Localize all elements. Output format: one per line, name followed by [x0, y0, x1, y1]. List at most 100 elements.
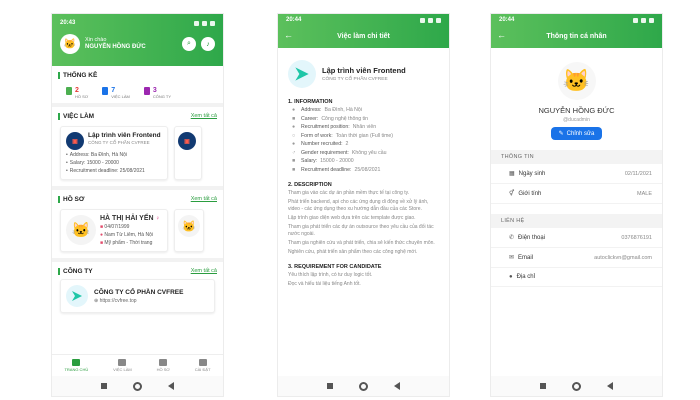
mail-icon: ✉ [509, 255, 515, 261]
desc-section-title: 2. DESCRIPTION [288, 182, 332, 189]
status-time: 20:44 [499, 17, 515, 23]
home-icon [72, 359, 81, 366]
status-time: 20:43 [60, 20, 76, 26]
company-url: ⊕ https://cvfree.top [94, 297, 137, 304]
req-section-title: 3. REQUIREMENT FOR CANDIDATE [288, 264, 382, 271]
status-icons [633, 17, 654, 23]
job-summary: Lập trình viên Frontend CÔNG TY CỔ PHẦN … [278, 48, 449, 94]
tab-home[interactable]: TRANG CHỦ [64, 359, 88, 372]
calendar-icon: • [66, 168, 68, 174]
stat-profiles[interactable]: 2 HỒ SƠ [66, 87, 88, 99]
profile-card[interactable]: 🐱 HÀ THỊ HẢI YẾN ♀ ■ 04/07/1999 ● Nam Từ… [60, 209, 168, 252]
back-nav-icon[interactable] [607, 382, 613, 390]
profile-summary: 🐱 NGUYỄN HỒNG ĐỨC @ducadmin ✎ Chỉnh sửa [491, 48, 662, 140]
desc-line: Tham gia vào các dự án phần mềm thực tế … [288, 190, 410, 197]
system-nav-bar [52, 376, 223, 396]
home-header: 20:43 🐱 Xin chào NGUYỄN HỒNG ĐỨC ⌕ ♪ [52, 14, 223, 66]
cat-avatar-icon: 🐱 [66, 215, 96, 245]
jobs-see-all-link[interactable]: Xem tất cả [191, 113, 217, 120]
job-card[interactable]: ▣ Lập trình viên Frontend CÔNG TY CỔ PHẦ… [60, 126, 168, 180]
home-nav-icon[interactable] [572, 381, 581, 391]
settings-icon [198, 359, 207, 366]
detail-header: ← Thông tin cá nhân [491, 26, 662, 48]
info-group-header: THÔNG TIN [491, 150, 662, 164]
cat-avatar-icon: 🐱 [557, 62, 596, 100]
back-nav-icon[interactable] [394, 382, 400, 390]
page-title: Việc làm chi tiết [337, 33, 390, 40]
female-icon: ♀ [155, 216, 161, 222]
user-name: NGUYỄN HỒNG ĐỨC [85, 43, 146, 50]
profiles-carousel[interactable]: 🐱 HÀ THỊ HẢI YẾN ♀ ■ 04/07/1999 ● Nam Từ… [52, 207, 223, 262]
profile-icon [159, 359, 168, 366]
info-row: ● Recruitment position: Nhân viên [292, 124, 377, 131]
bottom-tab-bar: TRANG CHỦ VIỆC LÀM HỒ SƠ CÀI ĐẶT [52, 354, 223, 376]
job-title: Lập trình viên Frontend [88, 132, 161, 139]
info-row: ■ Career: Công nghệ thông tin [292, 115, 369, 122]
job-company: CÔNG TY CỔ PHẦN CVFREE [88, 140, 150, 145]
desc-line: Lập trình giao diện web dựa trên các tem… [288, 215, 416, 222]
profiles-see-all-link[interactable]: Xem tất cả [191, 196, 217, 203]
profile-icon [66, 87, 72, 95]
profile-location: ● Nam Từ Liêm, Hà Nội [100, 232, 153, 238]
stat-jobs[interactable]: 7 VIỆC LÀM [102, 87, 130, 99]
company-card[interactable]: CÔNG TY CỔ PHẦN CVFREE ⊕ https://cvfree.… [60, 279, 215, 313]
cat-avatar-icon: 🐱 [178, 215, 200, 237]
stats-row: 2 HỒ SƠ 7 VIỆC LÀM 3 CÔNG TY [52, 83, 223, 107]
status-bar: 20:43 [60, 18, 215, 28]
company-name: CÔNG TY CỔ PHẦN CVFREE [94, 288, 184, 296]
profiles-section-title: HỒ SƠ Xem tất cả [58, 196, 217, 203]
job-address: • Address: Ba Đình, Hà Nội [66, 152, 128, 158]
phone-row: ✆ Điện thoại 0376876191 [491, 228, 662, 248]
personal-info-screen: 20:44 ← Thông tin cá nhân 🐱 NGUYỄN HỒNG … [491, 14, 662, 396]
search-icon[interactable]: ⌕ [182, 37, 196, 51]
recents-icon[interactable] [327, 383, 333, 389]
desc-line: Nghiên cứu, phát triển sản phẩm theo các… [288, 249, 418, 256]
profile-card-peek[interactable]: 🐱 [174, 209, 204, 252]
home-screen: 20:43 🐱 Xin chào NGUYỄN HỒNG ĐỨC ⌕ ♪ THỐ… [52, 14, 223, 396]
user-icon: ● [292, 124, 296, 131]
info-section-title: 1. INFORMATION [288, 99, 333, 105]
back-nav-icon[interactable] [168, 382, 174, 390]
address-row: ● Địa chỉ [491, 268, 662, 287]
recents-icon[interactable] [101, 383, 107, 389]
greeting-text: Xin chào [85, 37, 107, 44]
page-title: Thông tin cá nhân [546, 33, 607, 40]
money-icon: • [66, 160, 68, 166]
companies-see-all-link[interactable]: Xem tất cả [191, 268, 217, 275]
tab-profiles[interactable]: HỒ SƠ [157, 359, 170, 372]
home-nav-icon[interactable] [359, 381, 368, 391]
info-row: ♂ Gender requirement: Không yêu cầu [292, 149, 387, 156]
recents-icon[interactable] [540, 383, 546, 389]
home-nav-icon[interactable] [133, 381, 142, 391]
company-logo: ▣ [178, 132, 196, 150]
gender-icon: ⚥ [509, 191, 515, 197]
status-bar: 20:44 [491, 14, 662, 26]
calendar-icon: ■ [292, 166, 296, 173]
system-nav-bar [491, 376, 662, 396]
req-line: Yêu thích lập trình, có tư duy logic tốt… [288, 272, 373, 279]
bell-icon[interactable]: ♪ [201, 37, 215, 51]
stat-companies[interactable]: 3 CÔNG TY [143, 87, 171, 99]
companies-section-title: CÔNG TY Xem tất cả [58, 268, 217, 275]
company-logo [288, 60, 316, 88]
tab-jobs[interactable]: VIỆC LÀM [113, 359, 132, 372]
company-logo [66, 285, 88, 307]
edit-profile-button[interactable]: ✎ Chỉnh sửa [550, 127, 603, 140]
company-logo: ▣ [66, 132, 84, 150]
desc-line: Tham gia phát triển các dự án outsource … [288, 224, 434, 238]
username: @ducadmin [563, 117, 590, 123]
pencil-icon: ✎ [558, 131, 564, 137]
gender-icon: ♂ [292, 149, 296, 156]
desc-line: Tham gia nghiên cứu và phát triển, chia … [288, 240, 435, 247]
jobs-carousel[interactable]: ▣ Lập trình viên Frontend CÔNG TY CỔ PHẦ… [52, 124, 223, 190]
job-detail-screen: 20:44 ← Việc làm chi tiết Lập trình viên… [278, 14, 449, 396]
avatar[interactable]: 🐱 [60, 34, 80, 54]
money-icon: ■ [292, 158, 296, 165]
tab-settings[interactable]: CÀI ĐẶT [195, 359, 211, 372]
stats-section-title: THỐNG KÊ [58, 72, 217, 79]
status-icons [420, 17, 441, 23]
location-icon: ● [100, 232, 104, 238]
location-icon: ● [292, 107, 296, 113]
job-card-peek[interactable]: ▣ [174, 126, 202, 180]
system-nav-bar [278, 376, 449, 396]
